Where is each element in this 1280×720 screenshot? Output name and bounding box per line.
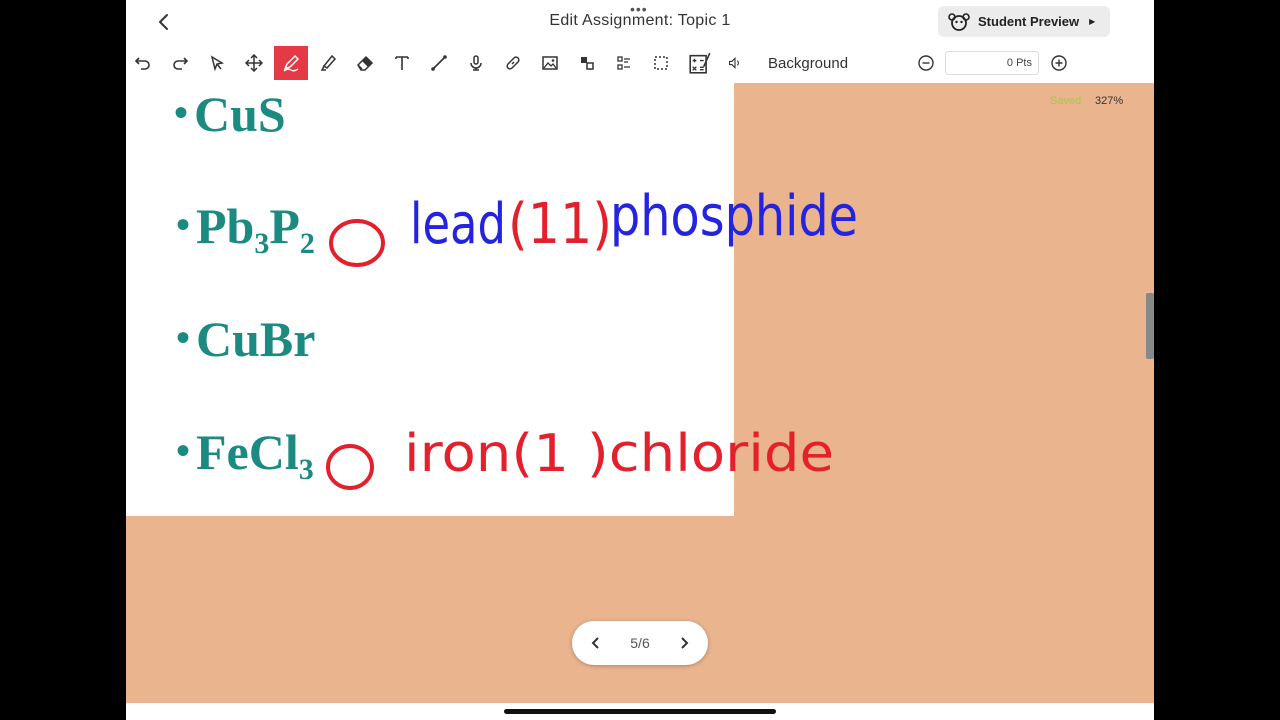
home-indicator[interactable]	[504, 709, 776, 714]
chevron-right-icon	[681, 637, 689, 649]
marquee-icon	[654, 56, 668, 70]
audio-record-tool[interactable]	[459, 46, 493, 80]
redo-icon	[173, 57, 189, 70]
header-bar: ••• Edit Assignment: Topic 1 Student Pre…	[126, 0, 1154, 44]
list-tool[interactable]	[607, 46, 641, 80]
link-icon	[506, 56, 520, 70]
calculator-icon	[689, 52, 711, 74]
plus-circle-icon[interactable]	[1049, 53, 1069, 73]
page-indicator: 5/6	[630, 635, 650, 651]
ink-roman-numeral: (11)	[508, 192, 612, 257]
speaker-tool[interactable]	[718, 46, 752, 80]
ink-iron-chloride: iron(1 )chloride	[404, 424, 834, 484]
link-tool[interactable]	[496, 46, 530, 80]
line-tool[interactable]	[422, 46, 456, 80]
pen-tool[interactable]	[274, 46, 308, 80]
select-tool[interactable]	[200, 46, 234, 80]
student-preview-button[interactable]: Student Preview ▶	[938, 6, 1110, 37]
speaker-icon	[729, 57, 739, 69]
previous-page-button[interactable]	[586, 633, 606, 653]
background-button[interactable]: Background	[768, 55, 848, 72]
ink-phosphide: phosphide	[610, 184, 858, 249]
student-preview-label: Student Preview	[978, 14, 1080, 29]
eraser-tool[interactable]	[348, 46, 382, 80]
shapes-icon	[581, 57, 594, 70]
highlighter-icon	[320, 54, 337, 71]
ink-circle-subscript-3	[326, 444, 374, 490]
bottom-bar	[126, 703, 1154, 720]
zoom-level: 327%	[1095, 95, 1124, 107]
app-window: ••• Edit Assignment: Topic 1 Student Pre…	[126, 0, 1154, 720]
points-field[interactable]: 0 Pts	[945, 51, 1039, 75]
vertical-scrollbar[interactable]	[1146, 293, 1154, 359]
page-navigator: 5/6	[572, 621, 708, 665]
undo-icon	[134, 57, 150, 70]
ink-lead: lead	[410, 192, 506, 257]
list-icon	[617, 56, 630, 70]
minus-circle-icon[interactable]	[916, 53, 936, 73]
shapes-tool[interactable]	[570, 46, 604, 80]
drawing-toolbar: Background 0 Pts	[126, 44, 1154, 84]
text-tool[interactable]	[385, 46, 419, 80]
ink-layer: lead (11) phosphide iron(1 )chloride	[326, 184, 858, 490]
ink-circle-subscript-2	[329, 219, 385, 267]
highlighter-tool[interactable]	[311, 46, 345, 80]
eraser-icon	[357, 55, 374, 71]
microphone-icon	[470, 55, 482, 71]
pen-icon	[283, 54, 300, 72]
drawing-canvas[interactable]: • CuS • Pb3P2 • CuBr • FeCl3 lead (11) phosp…	[126, 83, 1154, 703]
line-icon	[431, 55, 447, 71]
chevron-left-icon	[591, 637, 599, 649]
text-icon	[395, 56, 409, 70]
marquee-tool[interactable]	[644, 46, 678, 80]
move-icon	[245, 54, 263, 72]
select-icon	[210, 55, 225, 72]
move-tool[interactable]	[237, 46, 271, 80]
image-icon	[542, 56, 558, 70]
image-tool[interactable]	[533, 46, 567, 80]
saved-indicator: Saved	[1050, 95, 1082, 107]
undo-button[interactable]	[126, 46, 160, 80]
calculator-tool[interactable]	[683, 46, 717, 80]
student-face-icon	[948, 12, 970, 31]
play-caret-icon: ▶	[1089, 17, 1096, 26]
next-page-button[interactable]	[674, 633, 694, 653]
redo-button[interactable]	[163, 46, 197, 80]
